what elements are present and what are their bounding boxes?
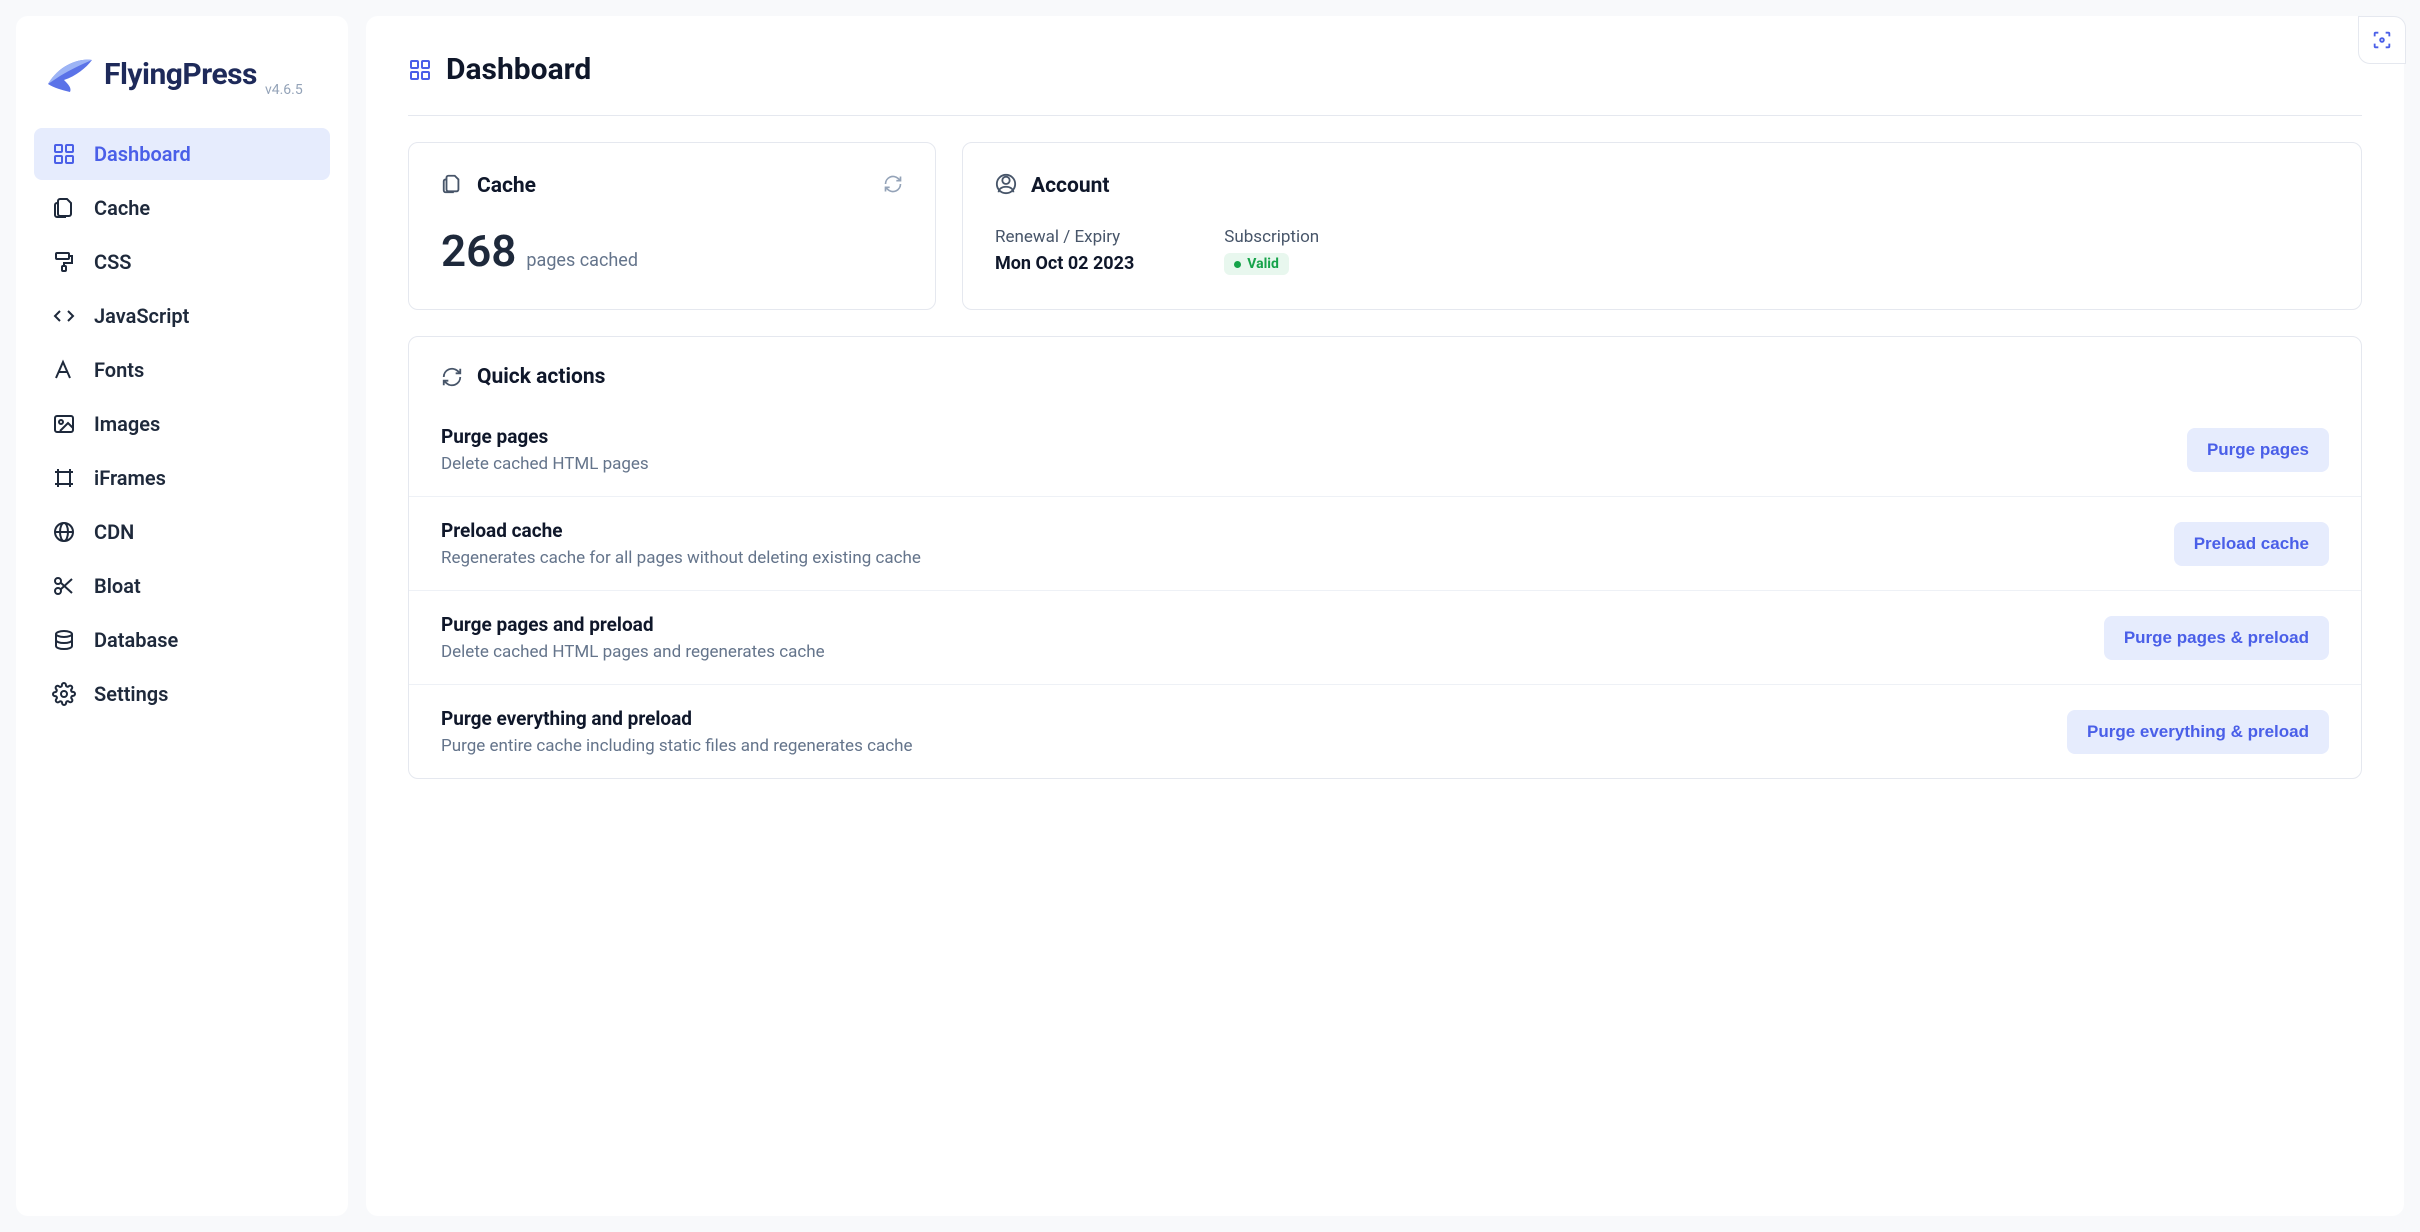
sidebar-item-bloat[interactable]: Bloat (34, 560, 330, 612)
action-text: Purge pages and preload Delete cached HT… (441, 613, 2104, 662)
quick-actions-title: Quick actions (477, 365, 605, 389)
sidebar-item-iframes[interactable]: iFrames (34, 452, 330, 504)
sidebar-item-label: JavaScript (94, 304, 189, 328)
sidebar-nav: Dashboard Cache CSS JavaScript Fonts Images iF… (34, 128, 330, 720)
gear-icon (52, 682, 76, 706)
page-title: Dashboard (446, 52, 591, 87)
sidebar-item-database[interactable]: Database (34, 614, 330, 666)
files-icon (441, 173, 463, 199)
sidebar-item-settings[interactable]: Settings (34, 668, 330, 720)
scissors-icon (52, 574, 76, 598)
database-icon (52, 628, 76, 652)
action-description: Delete cached HTML pages (441, 454, 2187, 474)
sidebar-item-fonts[interactable]: Fonts (34, 344, 330, 396)
sidebar-item-cdn[interactable]: CDN (34, 506, 330, 558)
sidebar-item-label: CSS (94, 250, 132, 274)
quick-actions-header: Quick actions (409, 365, 2361, 407)
sidebar-item-images[interactable]: Images (34, 398, 330, 450)
brand-version: v4.6.5 (265, 82, 303, 98)
scan-icon (2371, 29, 2393, 51)
summary-cards-row: Cache 268 pages cached Account Renewal /… (408, 142, 2362, 310)
fullscreen-button[interactable] (2358, 16, 2406, 64)
action-row-preload-cache: Preload cache Regenerates cache for all … (409, 496, 2361, 590)
files-icon (52, 196, 76, 220)
quick-actions-card: Quick actions Purge pages Delete cached … (408, 336, 2362, 779)
cache-card-title: Cache (477, 174, 869, 198)
action-text: Purge pages Delete cached HTML pages (441, 425, 2187, 474)
action-row-purge-pages: Purge pages Delete cached HTML pages Pur… (409, 407, 2361, 496)
sidebar-item-javascript[interactable]: JavaScript (34, 290, 330, 342)
sidebar-item-label: Settings (94, 682, 168, 706)
purge-everything-and-preload-button[interactable]: Purge everything & preload (2067, 710, 2329, 754)
account-details: Renewal / Expiry Mon Oct 02 2023 Subscri… (995, 227, 2329, 275)
user-icon (995, 173, 1017, 199)
refresh-cache-button[interactable] (883, 174, 903, 198)
code-icon (52, 304, 76, 328)
action-title: Purge pages (441, 425, 2187, 448)
sidebar-item-label: Fonts (94, 358, 144, 382)
renewal-value: Mon Oct 02 2023 (995, 253, 1134, 274)
action-title: Purge everything and preload (441, 707, 2067, 730)
sidebar-item-label: Cache (94, 196, 150, 220)
sidebar-item-label: Database (94, 628, 178, 652)
sidebar-item-css[interactable]: CSS (34, 236, 330, 288)
page-header: Dashboard (408, 52, 2362, 116)
brand-name: FlyingPress (104, 57, 257, 92)
refresh-icon (441, 366, 463, 388)
paint-roller-icon (52, 250, 76, 274)
sidebar-item-label: iFrames (94, 466, 166, 490)
account-card: Account Renewal / Expiry Mon Oct 02 2023… (962, 142, 2362, 310)
font-icon (52, 358, 76, 382)
purge-pages-and-preload-button[interactable]: Purge pages & preload (2104, 616, 2329, 660)
cache-card: Cache 268 pages cached (408, 142, 936, 310)
cache-card-header: Cache (441, 173, 903, 199)
sidebar-item-label: Images (94, 412, 160, 436)
subscription-label: Subscription (1224, 227, 1319, 247)
cache-count: 268 (441, 225, 516, 277)
brand-logo: FlyingPress (46, 54, 257, 94)
action-description: Delete cached HTML pages and regenerates… (441, 642, 2104, 662)
action-description: Purge entire cache including static file… (441, 736, 2067, 756)
image-icon (52, 412, 76, 436)
renewal-column: Renewal / Expiry Mon Oct 02 2023 (995, 227, 1134, 275)
sidebar-item-dashboard[interactable]: Dashboard (34, 128, 330, 180)
purge-pages-button[interactable]: Purge pages (2187, 428, 2329, 472)
refresh-icon (883, 174, 903, 194)
sidebar: FlyingPress v4.6.5 Dashboard Cache CSS Java… (16, 16, 348, 1216)
action-title: Preload cache (441, 519, 2174, 542)
frame-icon (52, 466, 76, 490)
cache-count-label: pages cached (526, 250, 638, 271)
action-row-purge-pages-and-preload: Purge pages and preload Delete cached HT… (409, 590, 2361, 684)
sidebar-item-cache[interactable]: Cache (34, 182, 330, 234)
account-card-title: Account (1031, 174, 2329, 198)
preload-cache-button[interactable]: Preload cache (2174, 522, 2329, 566)
subscription-column: Subscription Valid (1224, 227, 1319, 275)
action-text: Preload cache Regenerates cache for all … (441, 519, 2174, 568)
renewal-label: Renewal / Expiry (995, 227, 1134, 247)
quick-actions-list: Purge pages Delete cached HTML pages Pur… (409, 407, 2361, 778)
subscription-status-badge: Valid (1224, 253, 1289, 275)
flyingpress-logo-icon (46, 54, 94, 94)
dashboard-icon (408, 58, 432, 82)
action-title: Purge pages and preload (441, 613, 2104, 636)
brand-row: FlyingPress v4.6.5 (34, 40, 330, 122)
dashboard-icon (52, 142, 76, 166)
action-description: Regenerates cache for all pages without … (441, 548, 2174, 568)
action-row-purge-everything-and-preload: Purge everything and preload Purge entir… (409, 684, 2361, 778)
sidebar-item-label: CDN (94, 520, 134, 544)
action-text: Purge everything and preload Purge entir… (441, 707, 2067, 756)
sidebar-item-label: Dashboard (94, 142, 191, 166)
main-content: Dashboard Cache 268 pages cached Account… (366, 16, 2404, 1216)
sidebar-item-label: Bloat (94, 574, 141, 598)
globe-icon (52, 520, 76, 544)
cache-stat: 268 pages cached (441, 225, 903, 277)
account-card-header: Account (995, 173, 2329, 199)
